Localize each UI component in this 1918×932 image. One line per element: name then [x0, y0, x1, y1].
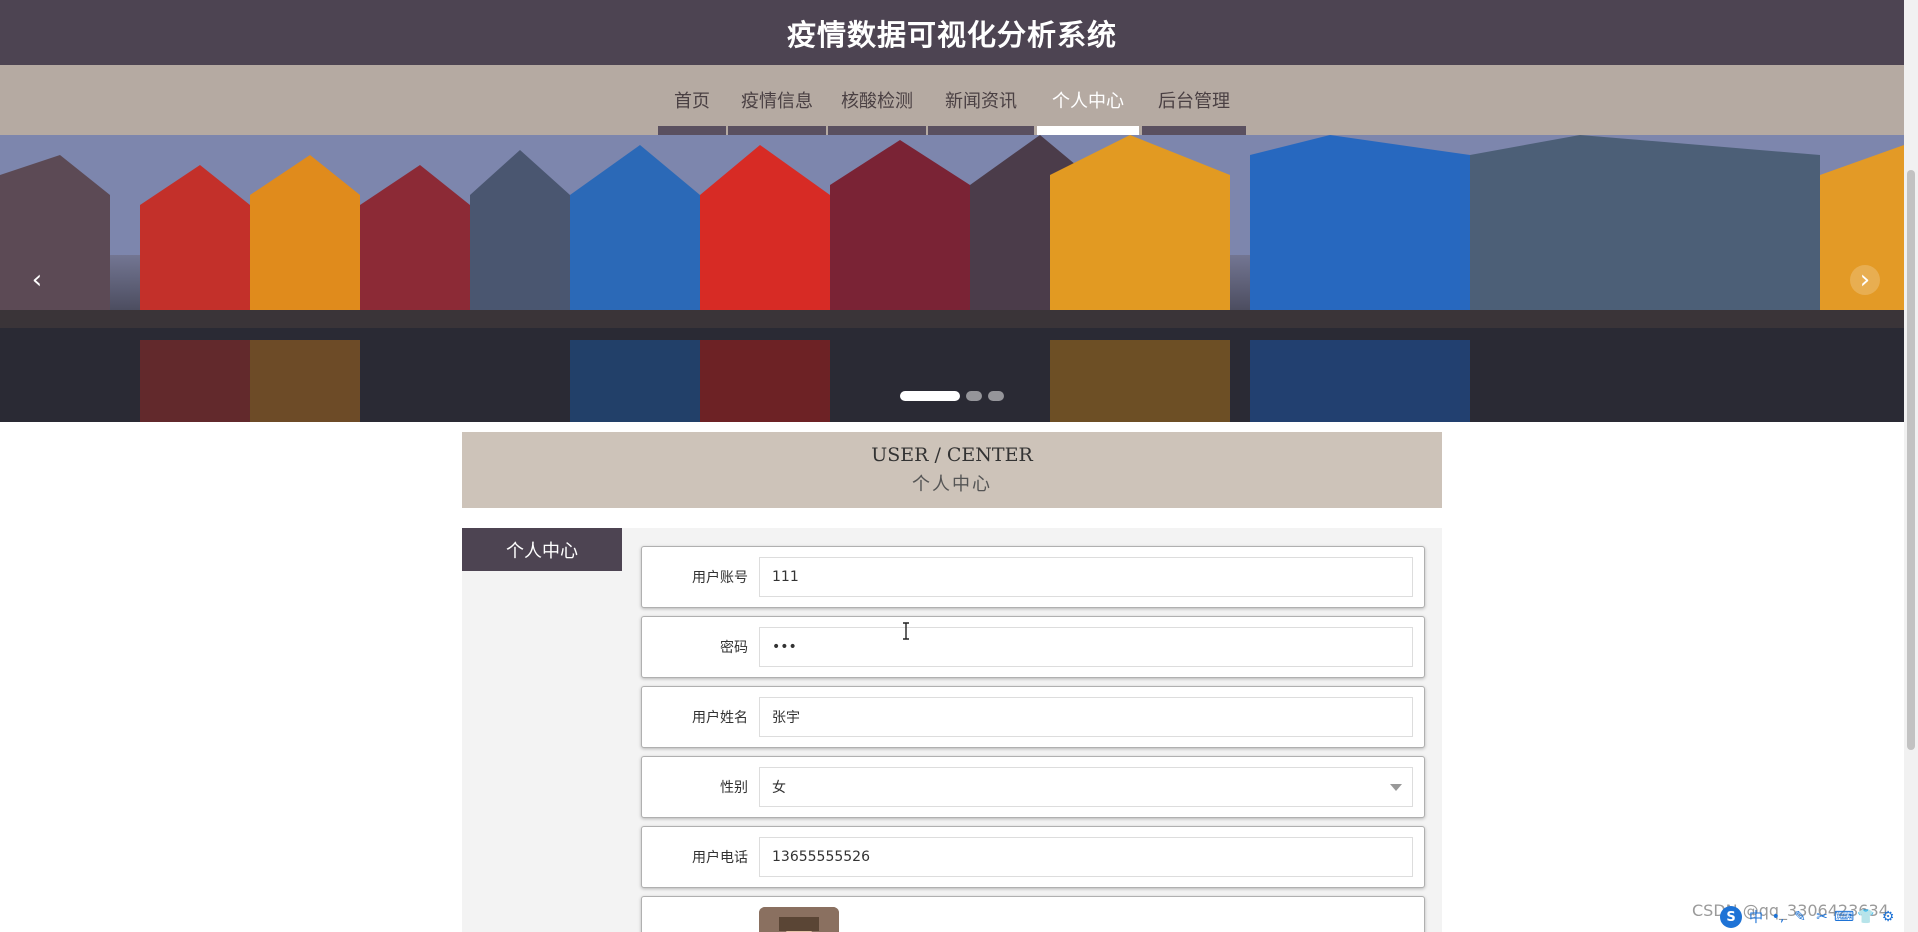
section-header: USER / CENTER 个人中心: [462, 432, 1442, 508]
user-center-panel: 个人中心 用户账号 111 密码 ••• 用户姓名 张宇 性别 女 用户电话 1…: [462, 528, 1442, 932]
password-label: 密码: [720, 640, 748, 656]
nav-list: 首页 疫情信息 核酸检测 新闻资讯 个人中心 后台管理: [0, 65, 1904, 135]
app-window: 疫情数据可视化分析系统 首页 疫情信息 核酸检测 新闻资讯 个人中心 后台管理 …: [0, 0, 1918, 932]
nav-item-news[interactable]: 新闻资讯: [928, 65, 1034, 135]
page-scrollbar[interactable]: [1904, 0, 1918, 932]
form-row-avatar: [641, 896, 1425, 932]
gender-select[interactable]: 女: [759, 767, 1413, 807]
banner-next-button[interactable]: ›: [1850, 265, 1880, 295]
ime-punct-icon[interactable]: •,: [1770, 909, 1786, 925]
ime-skin-icon[interactable]: 👕: [1857, 909, 1874, 925]
banner-carousel: ‹ ›: [0, 135, 1904, 422]
gender-select-value: 女: [772, 780, 786, 796]
form-row-password: 密码 •••: [641, 616, 1425, 678]
ime-scissors-icon[interactable]: ✂: [1814, 909, 1830, 925]
ime-keyboard-icon[interactable]: ⌨: [1834, 909, 1854, 925]
phone-input[interactable]: 13655555526: [759, 837, 1413, 877]
site-header: 疫情数据可视化分析系统: [0, 0, 1904, 65]
form-row-gender: 性别 女: [641, 756, 1425, 818]
banner-dot-3[interactable]: [988, 391, 1004, 401]
banner-prev-button[interactable]: ‹: [22, 265, 52, 295]
chevron-down-icon: [1390, 784, 1402, 791]
gender-label: 性别: [720, 780, 748, 796]
account-label: 用户账号: [692, 570, 748, 586]
banner-image: [0, 135, 1904, 422]
nav-item-label: 首页: [674, 91, 710, 112]
form-row-phone: 用户电话 13655555526: [641, 826, 1425, 888]
nav-item-label: 核酸检测: [841, 91, 913, 112]
nav-underline: [928, 126, 1034, 135]
nav-underline-active: [1037, 126, 1139, 135]
banner-dots: [900, 391, 1004, 401]
chevron-left-icon: ‹: [31, 265, 43, 295]
text-cursor-icon: [903, 622, 909, 640]
nav-item-label: 后台管理: [1158, 91, 1230, 112]
name-label: 用户姓名: [692, 710, 748, 726]
nav-item-home[interactable]: 首页: [658, 65, 726, 135]
ime-toolbar: S 中 •, ✎ ✂ ⌨ 👕 ⚙: [1720, 906, 1896, 928]
nav-item-label: 新闻资讯: [945, 91, 1017, 112]
site-title: 疫情数据可视化分析系统: [786, 17, 1117, 52]
banner-dot-1[interactable]: [900, 391, 960, 401]
avatar[interactable]: [759, 907, 839, 932]
ime-mode-icon[interactable]: 中: [1748, 909, 1764, 926]
nav-underline: [828, 126, 926, 135]
nav-item-label: 疫情信息: [741, 91, 813, 112]
nav-underline: [658, 126, 726, 135]
nav-underline: [1142, 126, 1246, 135]
main-nav: 首页 疫情信息 核酸检测 新闻资讯 个人中心 后台管理: [0, 65, 1904, 135]
nav-item-nucleic-test[interactable]: 核酸检测: [828, 65, 926, 135]
avatar-photo-icon: [759, 907, 839, 932]
nav-item-epidemic-info[interactable]: 疫情信息: [728, 65, 826, 135]
ime-logo-icon[interactable]: S: [1720, 906, 1742, 928]
nav-underline: [728, 126, 826, 135]
nav-item-label: 个人中心: [1052, 91, 1124, 112]
banner-dot-2[interactable]: [966, 391, 982, 401]
form-row-name: 用户姓名 张宇: [641, 686, 1425, 748]
account-input[interactable]: 111: [759, 557, 1413, 597]
form-row-account: 用户账号 111: [641, 546, 1425, 608]
nav-item-user-center[interactable]: 个人中心: [1037, 65, 1139, 135]
chevron-right-icon: ›: [1859, 265, 1871, 295]
ime-pen-icon[interactable]: ✎: [1792, 909, 1808, 925]
nav-item-admin[interactable]: 后台管理: [1142, 65, 1246, 135]
sidebar-item-user-center[interactable]: 个人中心: [462, 528, 622, 571]
scrollbar-thumb[interactable]: [1907, 170, 1915, 750]
name-input[interactable]: 张宇: [759, 697, 1413, 737]
section-title-cn: 个人中心: [912, 474, 992, 495]
phone-label: 用户电话: [692, 850, 748, 866]
ime-settings-icon[interactable]: ⚙: [1880, 909, 1896, 925]
section-title-en: USER / CENTER: [871, 444, 1033, 466]
profile-form: 用户账号 111 密码 ••• 用户姓名 张宇 性别 女 用户电话 136555…: [641, 546, 1425, 932]
password-input[interactable]: •••: [759, 627, 1413, 667]
